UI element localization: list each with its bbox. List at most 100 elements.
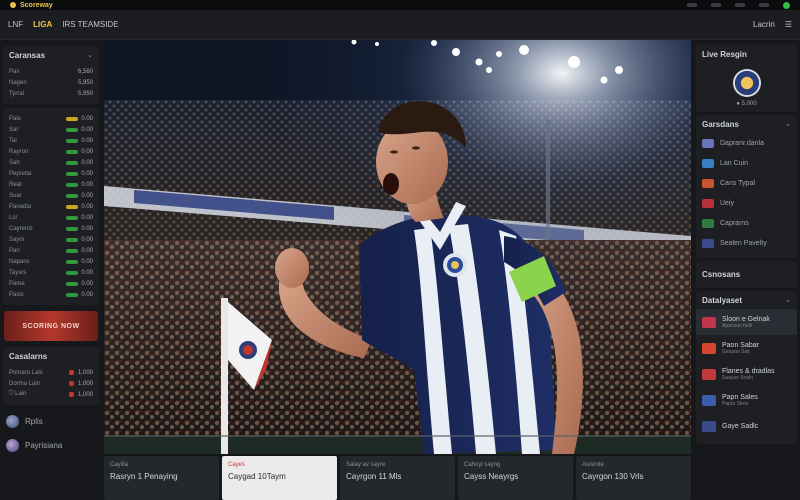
odds-indicator <box>66 138 79 143</box>
match-item[interactable]: Sloon e Gelnak Apansun fadil <box>696 309 797 335</box>
chevron-down-icon[interactable]: ⌄ <box>785 120 791 129</box>
odds-indicator <box>66 193 79 198</box>
league-item[interactable]: Ueiy <box>702 193 791 213</box>
casalarns-panel: Casalarns Pomaro Lals 1,000 Dorma Lain 1,0… <box>3 347 99 405</box>
list-item[interactable]: Tyrral 5,950 <box>9 88 93 99</box>
list-item[interactable]: Pomaro Lals 1,000 <box>9 367 93 378</box>
league-flag-icon <box>702 138 714 148</box>
promo-banner[interactable]: SCORING NOW <box>4 311 98 341</box>
panel-title: Caransas <box>9 51 46 60</box>
odds-row[interactable]: Rayron 0.00 <box>9 146 93 157</box>
odds-indicator <box>66 226 79 231</box>
odds-row[interactable]: Pepretia 0.00 <box>9 168 93 179</box>
odds-row[interactable]: Lsr 0.00 <box>9 212 93 223</box>
team-flag-icon <box>702 368 716 380</box>
tab-lnf[interactable]: LNF <box>8 20 23 29</box>
league-flag-icon <box>702 158 714 168</box>
league-item[interactable]: Sealen Pavelty <box>702 233 791 253</box>
team-flag-icon <box>702 394 716 406</box>
odds-row[interactable]: Pasis 0.00 <box>9 289 93 300</box>
odds-row[interactable]: Pan 0.00 <box>9 245 93 256</box>
live-status-icon <box>783 1 790 9</box>
nav-icon[interactable] <box>759 3 769 7</box>
league-item[interactable]: Cans Typal <box>702 173 791 193</box>
match-item[interactable]: Paon Sabar Ganpan Salr <box>702 335 791 361</box>
nav-icon[interactable] <box>711 3 721 7</box>
chevron-down-icon[interactable]: ⌄ <box>87 51 93 60</box>
odds-indicator <box>66 160 79 165</box>
right-sidebar: Live Resgin ● 5,000 Garsdans ⌄ Dapranr.dan… <box>693 42 800 500</box>
panel-title: Casalarns <box>9 352 48 361</box>
odds-indicator <box>66 292 79 297</box>
odds-indicator <box>66 281 79 286</box>
datalyaset-panel: Datalyaset ⌄ Sloon e Gelnak Apansun fadil Pa… <box>696 291 797 444</box>
league-item[interactable]: Dapranr.danla <box>702 133 791 153</box>
odds-row[interactable]: Palo 0.00 <box>9 113 93 124</box>
match-card[interactable]: Cayes Caygad 10Taym <box>222 456 337 500</box>
odds-row[interactable]: Sar 0.00 <box>9 124 93 135</box>
odds-row[interactable]: Cayrenis 0.00 <box>9 223 93 234</box>
odds-indicator <box>66 270 79 275</box>
match-card[interactable]: Salay av sayre Cayrgon 11 Mls <box>340 456 455 500</box>
card-desc: Rasryn 1 Penaying <box>110 472 178 481</box>
list-item[interactable]: ⛉ Lain 1,000 <box>9 389 93 400</box>
tab-teamside[interactable]: IRS TEAMSIDE <box>62 20 118 29</box>
odds-indicator <box>66 116 79 121</box>
odds-indicator <box>66 204 79 209</box>
nav-icon[interactable] <box>687 3 697 7</box>
league-item[interactable]: Lan Cuin <box>702 153 791 173</box>
odds-indicator <box>66 248 79 253</box>
sidebar-link[interactable]: Rplis <box>0 409 102 433</box>
club-badge-icon <box>6 414 19 428</box>
odds-indicator <box>66 127 79 132</box>
odds-row[interactable]: Sah 0.00 <box>9 157 93 168</box>
csnosans-panel[interactable]: Csnosans <box>696 261 797 288</box>
odds-row[interactable]: Tal 0.00 <box>9 135 93 146</box>
odds-row[interactable]: Taysrs 0.00 <box>9 267 93 278</box>
odds-panel: Palo 0.00 Sar 0.00 Tal 0.00 Rayron 0.00 Sah 0.00 P… <box>3 108 99 305</box>
card-desc: Caygad 10Taym <box>228 472 286 481</box>
brand-name: Scoreway <box>20 1 53 9</box>
chevron-down-icon[interactable]: ⌄ <box>785 296 791 305</box>
live-result-panel[interactable]: Live Resgin ● 5,000 <box>696 45 797 112</box>
nav-icon[interactable] <box>735 3 745 7</box>
card-desc: Cayss Neayrgs <box>464 472 519 481</box>
odds-row[interactable]: Reat 0.00 <box>9 179 93 190</box>
league-item[interactable]: Caprarns <box>702 213 791 233</box>
match-item[interactable]: Flanes & dradlas Saayas Sealn <box>702 361 791 387</box>
panel-title: Datalyaset <box>702 296 743 305</box>
odds-row[interactable]: Napans 0.00 <box>9 256 93 267</box>
list-item[interactable]: Pav 6,560 <box>9 66 93 77</box>
tab-liga[interactable]: LIGA <box>33 20 52 29</box>
team-flag-icon <box>702 342 716 354</box>
club-crest-icon <box>732 69 761 97</box>
odds-indicator <box>66 182 79 187</box>
league-flag-icon <box>702 238 714 248</box>
sub-navigation: LNF LIGA IRS TEAMSIDE Lacrin ☰ <box>0 10 800 40</box>
match-item[interactable]: Gaye Sadlc <box>702 413 791 439</box>
odds-indicator <box>66 171 79 176</box>
list-item[interactable]: Nagen 5,950 <box>9 77 93 88</box>
match-card[interactable]: Cahoyl sayng Cayss Neayrgs <box>458 456 573 500</box>
odds-row[interactable]: Panadia 0.00 <box>9 201 93 212</box>
match-card[interactable]: Asrenite Cayrgon 130 Vrls <box>576 456 691 500</box>
menu-icon[interactable]: ☰ <box>785 20 792 29</box>
panel-title: Csnosans <box>702 270 741 279</box>
list-item[interactable]: Dorma Lain 1,000 <box>9 378 93 389</box>
odds-row[interactable]: Suar 0.00 <box>9 190 93 201</box>
card-desc: Cayrgon 130 Vrls <box>582 472 644 481</box>
brand-logo[interactable]: Scoreway <box>10 2 53 9</box>
card-title: Cahoyl sayng <box>464 462 501 468</box>
match-cards: Cayilla Rasryn 1 Penaying Cayes Caygad 10Ta… <box>104 456 691 500</box>
match-item[interactable]: Papn Sales Papra Siren <box>702 387 791 413</box>
sidebar-link[interactable]: Payrisiana <box>0 433 102 457</box>
login-link[interactable]: Lacrin <box>753 20 775 29</box>
top-bar: Scoreway <box>0 0 800 10</box>
league-flag-icon <box>702 218 714 228</box>
odds-row[interactable]: Saym 0.00 <box>9 234 93 245</box>
match-card[interactable]: Cayilla Rasryn 1 Penaying <box>104 456 219 500</box>
hero-image[interactable] <box>104 40 691 454</box>
odds-row[interactable]: Pame 0.00 <box>9 278 93 289</box>
odds-indicator <box>66 215 79 220</box>
odds-indicator <box>66 259 79 264</box>
